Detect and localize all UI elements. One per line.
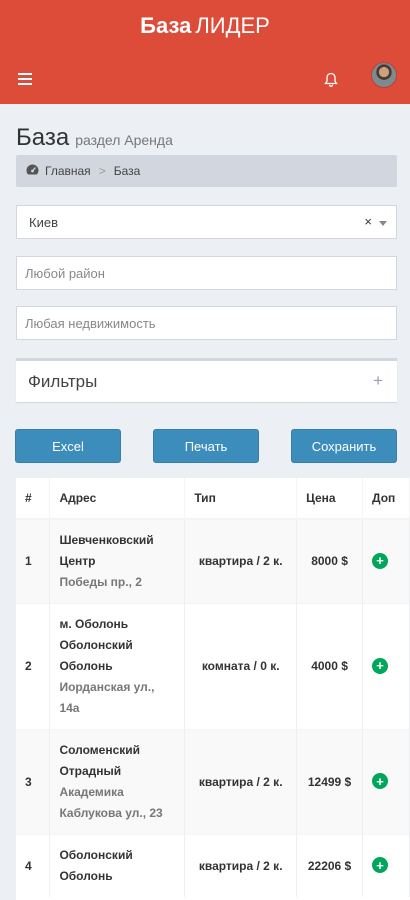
filters-panel-header[interactable]: Фильтры + [16,358,397,402]
table-row[interactable]: 2 м. Оболонь Оболонский Оболонь Иорданска… [16,603,410,730]
table-row[interactable]: 4 Оболонский Оболонь квартира / 2 к. 222… [16,834,410,897]
row-price: 4000 $ [296,603,363,730]
row-type: квартира / 2 к. [184,729,298,835]
avatar[interactable] [371,62,397,88]
page-title-text: База [16,124,70,151]
breadcrumb-home[interactable]: Главная [45,164,91,178]
row-area: м. Оболонь Оболонский Оболонь [59,617,133,673]
row-address: Оболонский Оболонь [49,834,186,897]
property-type-field [16,306,397,340]
district-input[interactable] [25,265,388,281]
excel-button[interactable]: Excel [15,429,121,463]
table-row[interactable]: 3 Соломенский Отрадный Академика Каблуков… [16,729,410,835]
dashboard-icon [26,164,39,178]
row-type: квартира / 2 к. [184,834,298,897]
city-select[interactable]: Киев × [16,205,397,239]
row-extra: + [362,519,410,604]
plus-circle-icon[interactable]: + [372,773,388,789]
plus-circle-icon[interactable]: + [372,657,388,674]
logo-bold: База [140,13,192,38]
row-price: 12499 $ [296,729,363,835]
row-extra: + [362,729,410,835]
bell-icon[interactable] [318,66,344,92]
row-address: Соломенский Отрадный Академика Каблукова … [49,729,186,835]
hamburger-icon[interactable] [12,66,38,92]
chevron-down-icon[interactable] [379,221,387,226]
row-number: 1 [16,519,51,604]
clear-icon[interactable]: × [364,214,372,229]
page-subtitle: раздел Аренда [75,132,173,148]
page-title: База раздел Аренда [16,124,173,152]
district-field [16,256,397,290]
row-extra: + [362,834,410,897]
column-header-type[interactable]: Тип [184,478,298,520]
row-area: Соломенский Отрадный [59,743,141,778]
listings-table: # Адрес Тип Цена Доп 1 Шевченковский Цен… [16,478,410,900]
row-address: м. Оболонь Оболонский Оболонь Иорданская … [49,603,186,730]
column-header-num[interactable]: # [16,478,51,520]
city-select-value: Киев [29,214,58,230]
row-street: Победы пр., 2 [59,575,142,589]
filters-label: Фильтры [28,371,98,391]
plus-circle-icon[interactable]: + [372,552,388,569]
app-logo[interactable]: База ЛИДЕР [0,0,410,52]
breadcrumb: Главная > База [16,155,397,187]
row-type: квартира / 2 к. [184,519,298,604]
row-price: 8000 $ [296,519,363,604]
logo-light: ЛИДЕР [195,13,270,38]
plus-icon[interactable]: + [373,371,383,391]
column-header-extra[interactable]: Доп [362,478,410,520]
row-address: Шевченковский Центр Победы пр., 2 [49,519,186,604]
row-area: Оболонский Оболонь [59,848,133,883]
table-row[interactable]: 1 Шевченковский Центр Победы пр., 2 кварт… [16,519,410,604]
row-street: Иорданская ул., 14а [59,680,155,715]
row-price: 22206 $ [296,834,363,897]
column-header-price[interactable]: Цена [296,478,363,520]
row-extra: + [362,603,410,730]
row-number: 3 [16,729,51,835]
property-type-input[interactable] [25,315,388,331]
breadcrumb-separator: > [98,164,106,178]
top-navbar [0,52,410,104]
column-header-address[interactable]: Адрес [49,478,186,520]
row-street: Академика Каблукова ул., 23 [59,785,163,820]
plus-circle-icon[interactable]: + [372,857,388,873]
print-button[interactable]: Печать [153,429,259,463]
save-button[interactable]: Сохранить [291,429,397,463]
row-number: 4 [16,834,51,897]
row-type: комната / 0 к. [184,603,298,730]
breadcrumb-current: База [113,164,141,178]
table-header-row: # Адрес Тип Цена Доп [16,478,410,520]
row-number: 2 [16,603,51,730]
row-area: Шевченковский Центр [59,533,154,568]
